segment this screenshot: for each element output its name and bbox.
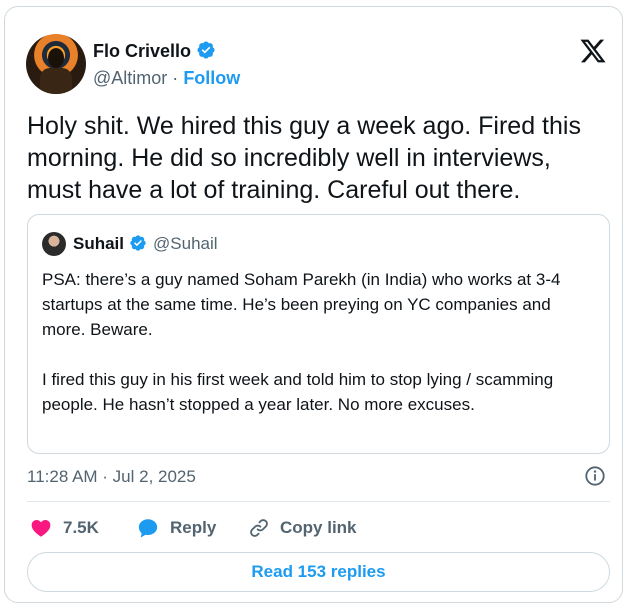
tweet-timestamp[interactable]: 11:28 AM · Jul 2, 2025 bbox=[27, 467, 196, 487]
author-name-row[interactable]: Flo Crivello bbox=[93, 40, 216, 62]
verified-badge-icon bbox=[130, 235, 146, 251]
link-icon bbox=[250, 519, 268, 537]
tweet-text: Holy shit. We hired this guy a week ago.… bbox=[27, 112, 581, 204]
quoted-tweet[interactable]: Suhail @Suhail PSA: there’s a guy named … bbox=[27, 214, 610, 454]
copy-link-label: Copy link bbox=[280, 518, 357, 537]
follow-button[interactable]: Follow bbox=[183, 68, 240, 88]
quoted-tweet-text: PSA: there’s a guy named Soham Parekh (i… bbox=[42, 267, 597, 442]
tweet-embed-card: Flo Crivello @Altimor · Follow Holy shit… bbox=[4, 6, 623, 603]
verified-badge-icon bbox=[197, 41, 215, 59]
heart-icon bbox=[31, 520, 51, 537]
divider bbox=[27, 501, 610, 502]
author-handle-row: @Altimor · Follow bbox=[93, 68, 240, 89]
copy-link-button[interactable]: Copy link bbox=[248, 515, 357, 541]
like-button[interactable]: 7.5K bbox=[29, 515, 99, 541]
quoted-author-name: Suhail bbox=[73, 234, 125, 253]
like-count: 7.5K bbox=[63, 518, 99, 537]
reply-button[interactable]: Reply bbox=[136, 515, 216, 541]
info-icon[interactable] bbox=[584, 465, 606, 487]
quoted-author-row: Suhail @Suhail bbox=[73, 234, 218, 254]
quoted-author-handle: @Suhail bbox=[153, 234, 218, 253]
reply-label: Reply bbox=[170, 518, 217, 537]
quoted-paragraph: PSA: there’s a guy named Soham Parekh (i… bbox=[42, 270, 561, 339]
x-logo-icon[interactable] bbox=[578, 37, 608, 65]
quoted-paragraph: I fired this guy in his first week and t… bbox=[42, 370, 554, 414]
quoted-author-avatar bbox=[42, 232, 66, 256]
read-replies-label: Read 153 replies bbox=[251, 562, 386, 581]
author-handle[interactable]: @Altimor bbox=[93, 68, 167, 88]
author-name[interactable]: Flo Crivello bbox=[93, 41, 191, 61]
handle-separator: · bbox=[172, 68, 179, 88]
read-replies-button[interactable]: Read 153 replies bbox=[27, 552, 610, 592]
reply-bubble-icon bbox=[138, 519, 158, 538]
author-avatar[interactable] bbox=[26, 34, 86, 94]
